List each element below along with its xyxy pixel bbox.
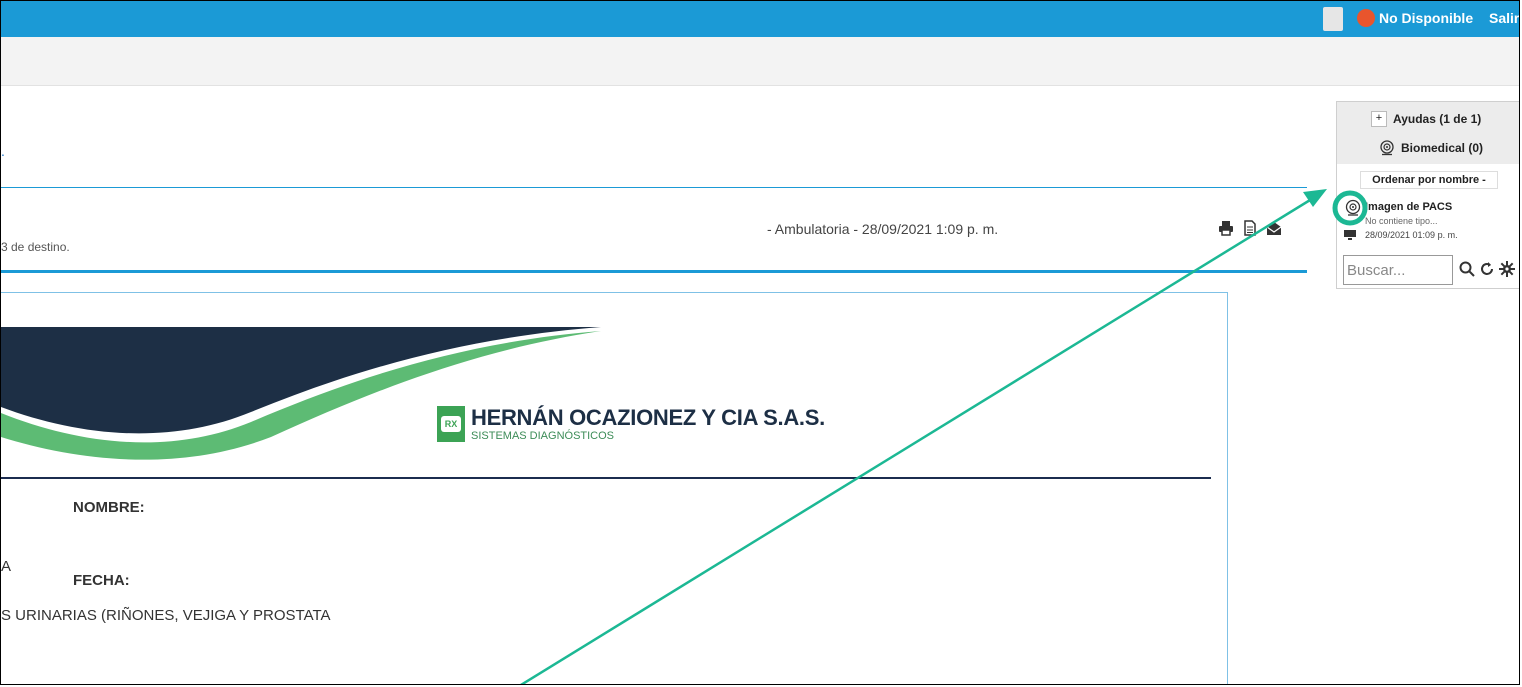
document-icon[interactable] xyxy=(1241,219,1259,237)
date-label: FECHA: xyxy=(73,572,130,589)
computer-icon xyxy=(1344,230,1356,240)
search-actions xyxy=(1458,260,1516,278)
search-input[interactable] xyxy=(1343,255,1453,285)
annotation-arrow-head xyxy=(1303,189,1327,207)
plus-icon[interactable]: + xyxy=(1371,111,1387,127)
ayudas-label: Ayudas (1 de 1) xyxy=(1393,112,1482,126)
envelope-open-icon[interactable] xyxy=(1265,219,1283,237)
pacs-item-date: 28/09/2021 01:09 p. m. xyxy=(1365,230,1458,240)
study-description: S URINARIAS (RIÑONES, VEJIGA Y PROSTATA xyxy=(1,607,331,624)
search-icon[interactable] xyxy=(1458,260,1476,278)
status-text[interactable]: No Disponible xyxy=(1379,10,1473,26)
status-indicator-icon xyxy=(1357,9,1375,27)
sort-by-name-button[interactable]: Ordenar por nombre - xyxy=(1360,171,1498,189)
rx-logo-icon: RX xyxy=(437,406,465,442)
name-label: NOMBRE: xyxy=(73,499,145,516)
divider xyxy=(1,187,1307,188)
report-header-swoosh xyxy=(1,327,601,460)
company-subtitle: SISTEMAS DIAGNÓSTICOS xyxy=(471,430,615,442)
company-name: HERNÁN OCAZIONEZ Y CIA S.A.S. xyxy=(471,405,825,430)
browser-frame: No Disponible Salir . - Ambulatoria - 28… xyxy=(0,0,1520,685)
rx-logo-text: RX xyxy=(441,416,461,432)
biomedical-item[interactable]: Biomedical (0) xyxy=(1379,140,1483,156)
company-logo: RX HERNÁN OCAZIONEZ Y CIA S.A.S. SISTEMA… xyxy=(437,406,825,442)
study-info: - Ambulatoria - 28/09/2021 1:09 p. m. xyxy=(767,221,999,237)
user-avatar[interactable] xyxy=(1323,7,1343,31)
side-panel: + Ayudas (1 de 1) Biomedical (0) Ordenar… xyxy=(1336,101,1519,289)
refresh-icon[interactable] xyxy=(1478,260,1496,278)
pacs-item-title[interactable]: Imagen de PACS xyxy=(1365,201,1452,213)
report-header-line xyxy=(1,477,1211,479)
report-actions xyxy=(1217,219,1283,237)
biomedical-label: Biomedical (0) xyxy=(1401,141,1484,155)
pacs-image-icon[interactable] xyxy=(1344,199,1362,217)
page-title-fragment: . xyxy=(1,143,5,159)
print-icon[interactable] xyxy=(1217,219,1235,237)
ayudas-toggle[interactable]: + Ayudas (1 de 1) xyxy=(1371,111,1481,127)
top-bar: No Disponible Salir xyxy=(1,1,1519,37)
biomedical-icon xyxy=(1380,140,1394,156)
logout-link[interactable]: Salir xyxy=(1489,10,1519,26)
side-panel-header: + Ayudas (1 de 1) Biomedical (0) xyxy=(1337,102,1519,164)
fragment-text: A xyxy=(1,558,12,575)
divider-thick xyxy=(1,270,1307,273)
pacs-item-subtitle: No contiene tipo... xyxy=(1365,216,1438,226)
settings-icon[interactable] xyxy=(1498,260,1516,278)
secondary-toolbar xyxy=(1,37,1519,86)
destination-text: 3 de destino. xyxy=(1,240,70,254)
